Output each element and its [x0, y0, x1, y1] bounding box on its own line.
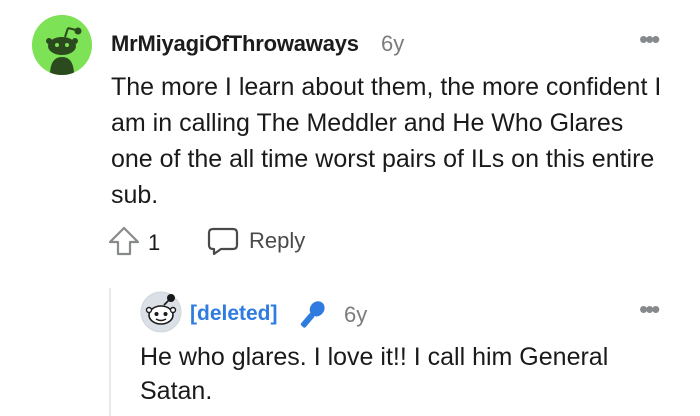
reply-more-options-button[interactable]: •••	[639, 296, 660, 322]
thread-line[interactable]	[109, 288, 111, 416]
reply-button[interactable]: Reply	[207, 225, 305, 257]
vote-score: 1	[148, 230, 161, 255]
deleted-user-avatar-icon	[140, 291, 182, 333]
upvote-button[interactable]	[108, 226, 140, 256]
reply-author[interactable]: [deleted]	[190, 302, 278, 326]
reply-label: Reply	[249, 228, 306, 253]
avatar[interactable]	[32, 15, 92, 75]
reply-body: He who glares. I love it!! I call him Ge…	[140, 343, 609, 405]
comment-author[interactable]: MrMiyagiOfThrowaways	[111, 31, 359, 57]
comment-timestamp: 6y	[381, 31, 405, 56]
comment-more-options-button[interactable]: •••	[639, 26, 660, 52]
comment-body: The more I learn about them, the more co…	[111, 73, 662, 209]
reply-timestamp: 6y	[344, 302, 368, 327]
avatar[interactable]	[140, 291, 182, 333]
microphone-icon	[292, 297, 332, 333]
upvote-arrow-icon	[108, 226, 140, 256]
speech-bubble-icon	[207, 227, 239, 256]
snoo-avatar-icon	[32, 15, 92, 75]
